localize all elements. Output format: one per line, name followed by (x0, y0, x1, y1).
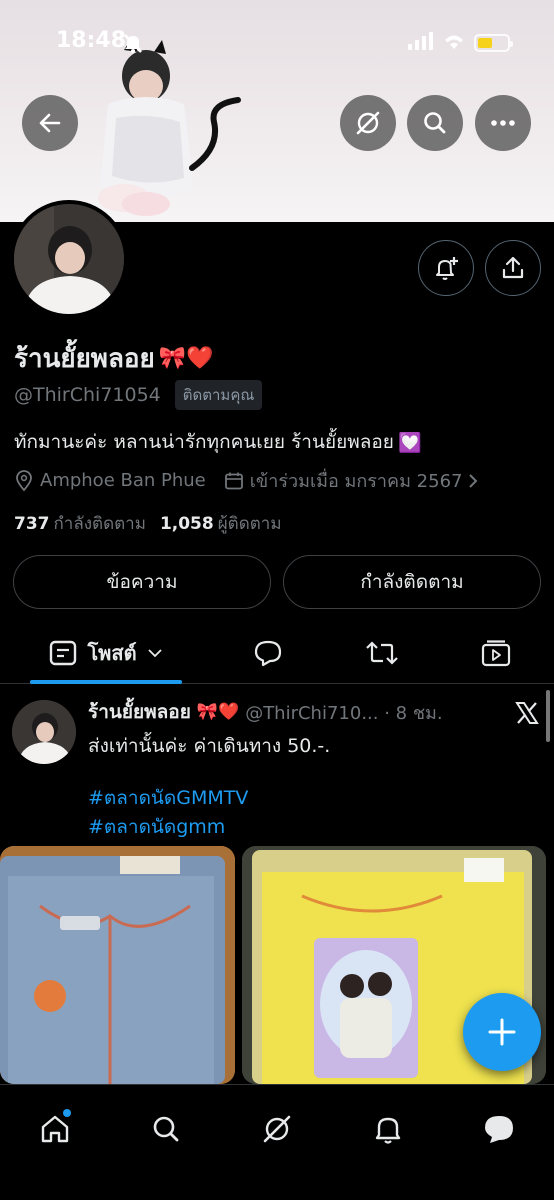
followers-count: 1,058 (159, 514, 214, 534)
notify-button[interactable] (418, 240, 474, 296)
profile-bio: ทักมานะค่ะ หลานน่ารักทุกคนเยย ร้านยั้ยพล… (14, 427, 422, 457)
plus-icon (488, 1018, 516, 1046)
tab-active-indicator (30, 680, 182, 684)
display-name-text: ร้านยั้ยพลอย (14, 344, 155, 374)
post-avatar-photo (12, 700, 76, 764)
bottom-navigation (0, 1084, 554, 1200)
post-author-name[interactable]: ร้านยั้ยพลอย (88, 697, 191, 727)
followers-label: ผู้ติดตาม (217, 514, 282, 534)
arrow-left-icon (39, 113, 61, 133)
tab-posts-label: โพสต์ (87, 641, 137, 665)
profile-display-name: ร้านยั้ยพลอย 🎀❤️ (14, 338, 214, 379)
pajama-blue-photo (0, 846, 235, 1084)
post-handle-time: @ThirChi710... · 8 ชม. (245, 702, 443, 724)
profile-tabs: โพสต์ (0, 622, 554, 684)
tab-posts[interactable]: โพสต์ (30, 622, 182, 684)
repost-icon (366, 641, 398, 665)
grok-icon (356, 111, 380, 135)
nav-messages[interactable] (469, 1099, 529, 1159)
post-author-avatar[interactable] (12, 700, 76, 764)
post-header: ร้านยั้ยพลอย 🎀❤️ @ThirChi710... · 8 ชม. (88, 697, 443, 727)
following-count: 737 (14, 514, 50, 534)
hashtag-link[interactable]: #ตลาดนัดGMMTV (88, 783, 248, 813)
handle-row: @ThirChi71054 ติดตามคุณ (14, 380, 263, 410)
cellular-signal-icon (408, 32, 434, 54)
share-button[interactable] (485, 240, 541, 296)
share-icon (502, 256, 524, 279)
wifi-icon (442, 32, 466, 54)
ellipsis-icon (491, 120, 515, 126)
calendar-icon (224, 472, 243, 489)
joined-item[interactable]: เข้าร่วมเมื่อ มกราคม 2567 (224, 466, 479, 495)
search-button[interactable] (407, 95, 463, 151)
location-text: Amphoe Ban Phue (40, 470, 206, 491)
grok-button[interactable] (340, 95, 396, 151)
nav-home[interactable] (25, 1099, 85, 1159)
following-label: กำลังติดตาม (53, 514, 146, 534)
post-author-emoji: 🎀❤️ (196, 702, 240, 722)
message-button[interactable]: ข้อความ (13, 555, 271, 609)
location-pin-icon (16, 469, 32, 491)
status-time: 18:48 (56, 28, 127, 53)
chat-bubble-icon (485, 1116, 513, 1143)
follows-you-badge: ติดตามคุณ (174, 380, 263, 410)
tab-reposts[interactable] (352, 622, 412, 684)
profile-meta: Amphoe Ban Phue เข้าร่วมเมื่อ มกราคม 256… (14, 466, 496, 495)
location-item: Amphoe Ban Phue (14, 469, 206, 492)
bell-muted-icon (122, 32, 144, 58)
search-icon (424, 112, 446, 134)
nav-grok[interactable] (247, 1099, 307, 1159)
media-play-icon (481, 640, 511, 667)
bio-emoji: 💟 (397, 431, 422, 454)
bell-icon (375, 1117, 401, 1144)
search-icon (153, 1116, 179, 1142)
tab-media[interactable] (466, 622, 526, 684)
nav-notifications[interactable] (358, 1099, 418, 1159)
bio-text: ทักมานะค่ะ หลานน่ารักทุกคนเยย ร้านยั้ยพล… (14, 431, 394, 453)
home-icon (41, 1115, 69, 1143)
profile-handle: @ThirChi71054 (14, 384, 161, 406)
hashtag-link[interactable]: #ตลาดนัดgmm (88, 812, 225, 842)
banner-figure-image (98, 38, 241, 216)
x-logo-icon (514, 700, 540, 730)
display-name-emoji: 🎀❤️ (158, 346, 214, 371)
home-notification-dot (63, 1109, 71, 1117)
chevron-down-icon (147, 649, 162, 658)
more-options-button[interactable] (475, 95, 531, 151)
post-text: ส่งเท่านั้นค่ะ ค่าเดินทาง 50.-. (88, 735, 331, 757)
grok-icon (263, 1115, 291, 1143)
joined-text: เข้าร่วมเมื่อ มกราคม 2567 (249, 471, 463, 492)
following-button[interactable]: กำลังติดตาม (283, 555, 541, 609)
reply-bubble-icon (254, 640, 282, 667)
tab-replies[interactable] (238, 622, 298, 684)
avatar-photo (14, 204, 124, 314)
post-photo-1[interactable] (0, 846, 235, 1084)
following-count-link[interactable]: 737 กำลังติดตาม (14, 510, 146, 537)
status-bar: 18:48 (0, 28, 554, 58)
followers-count-link[interactable]: 1,058 ผู้ติดตาม (160, 510, 282, 537)
back-button[interactable] (22, 95, 78, 151)
battery-icon (474, 34, 513, 52)
profile-avatar[interactable] (10, 200, 128, 318)
nav-search[interactable] (136, 1099, 196, 1159)
scrollbar[interactable] (546, 690, 550, 742)
bell-plus-icon (436, 257, 458, 280)
follow-counts: 737 กำลังติดตาม 1,058 ผู้ติดตาม (14, 510, 282, 537)
chevron-right-icon (469, 473, 478, 488)
posts-list-icon (50, 640, 77, 666)
compose-fab-button[interactable] (463, 993, 541, 1071)
